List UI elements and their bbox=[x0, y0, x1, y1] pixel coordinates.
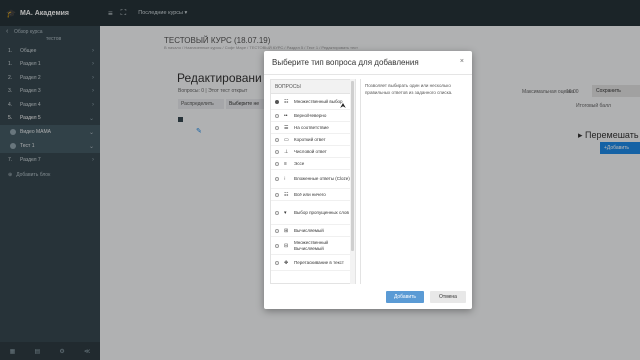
list-radio-icon: ☷ bbox=[284, 98, 289, 105]
question-type-label: Множественный выбор bbox=[294, 98, 343, 104]
question-type-label: Выбор пропущенных слов bbox=[294, 209, 349, 215]
question-type-option[interactable]: ✥ Перетаскивание в текст bbox=[271, 255, 355, 271]
calc-multi-icon: ⊟ bbox=[284, 242, 289, 249]
calculated-icon: ⊞ bbox=[284, 227, 289, 234]
cloze-icon: ⁝ bbox=[284, 176, 286, 182]
radio-button[interactable] bbox=[275, 192, 279, 197]
type-description: Позволяет выбирать один или несколько пр… bbox=[360, 79, 466, 284]
question-type-option[interactable]: ≡ Эссе bbox=[271, 158, 355, 170]
essay-icon: ≡ bbox=[284, 160, 287, 167]
question-type-option[interactable]: ⊞ Вычисляемый bbox=[271, 225, 355, 237]
question-type-option[interactable]: ▾ Выбор пропущенных слов bbox=[271, 201, 355, 225]
question-type-option[interactable]: ☰ На соответствие bbox=[271, 122, 355, 134]
mouse-cursor-icon: ⮝ bbox=[340, 103, 346, 110]
question-type-dialog: Выберите тип вопроса для добавления × ВО… bbox=[264, 51, 472, 309]
radio-button[interactable] bbox=[275, 99, 279, 104]
dialog-header: Выберите тип вопроса для добавления × bbox=[264, 51, 472, 75]
radio-button[interactable] bbox=[275, 210, 279, 215]
numeric-icon: ⊥ bbox=[284, 148, 289, 155]
question-type-label: Вычисляемый bbox=[294, 227, 324, 233]
question-types-list: ☷ Множественный выбор •• Верно/Неверно ☰ На с… bbox=[271, 94, 355, 271]
radio-button[interactable] bbox=[275, 228, 279, 233]
question-type-option[interactable]: ⊥ Числовой ответ bbox=[271, 146, 355, 158]
question-type-label: Эссе bbox=[294, 160, 305, 166]
close-icon[interactable]: × bbox=[460, 58, 464, 65]
dropdown-icon: ▾ bbox=[284, 209, 287, 216]
radio-button[interactable] bbox=[275, 113, 279, 118]
radio-button[interactable] bbox=[275, 177, 279, 181]
match-icon: ☰ bbox=[284, 124, 289, 131]
cancel-button[interactable]: Отмена bbox=[430, 291, 466, 303]
radio-button[interactable] bbox=[275, 260, 279, 265]
question-type-label: Всё или ничего bbox=[294, 191, 326, 197]
radio-button[interactable] bbox=[275, 137, 279, 142]
radio-button[interactable] bbox=[275, 243, 279, 248]
question-type-label: Верно/Неверно bbox=[294, 112, 327, 118]
types-heading: ВОПРОСЫ bbox=[271, 80, 355, 94]
question-type-label: Перетаскивание в текст bbox=[294, 259, 344, 265]
question-type-option[interactable]: ⁝ Вложенные ответы (Cloze) bbox=[271, 170, 355, 189]
dialog-title: Выберите тип вопроса для добавления bbox=[272, 58, 419, 67]
radio-button[interactable] bbox=[275, 125, 279, 130]
question-type-option[interactable]: ⊟ Множественный Вычисляемый bbox=[271, 237, 355, 255]
radio-button[interactable] bbox=[275, 149, 279, 154]
drag-icon: ✥ bbox=[284, 259, 289, 266]
add-button[interactable]: Добавить bbox=[386, 291, 424, 303]
radio-button[interactable] bbox=[275, 161, 279, 166]
question-type-label: Вложенные ответы (Cloze) bbox=[294, 176, 350, 181]
question-type-label: Короткий ответ bbox=[294, 136, 326, 142]
dots-icon: •• bbox=[284, 112, 288, 119]
question-type-option[interactable]: ▭ Короткий ответ bbox=[271, 134, 355, 146]
scrollbar-thumb[interactable] bbox=[351, 81, 354, 251]
question-type-option[interactable]: ☷ Всё или ничего bbox=[271, 189, 355, 201]
question-type-label: Множественный Вычисляемый bbox=[294, 239, 329, 251]
question-type-label: На соответствие bbox=[294, 124, 329, 130]
question-type-option[interactable]: •• Верно/Неверно bbox=[271, 110, 355, 122]
short-answer-icon: ▭ bbox=[284, 136, 289, 143]
question-type-label: Числовой ответ bbox=[294, 148, 327, 154]
all-or-nothing-icon: ☷ bbox=[284, 191, 289, 198]
